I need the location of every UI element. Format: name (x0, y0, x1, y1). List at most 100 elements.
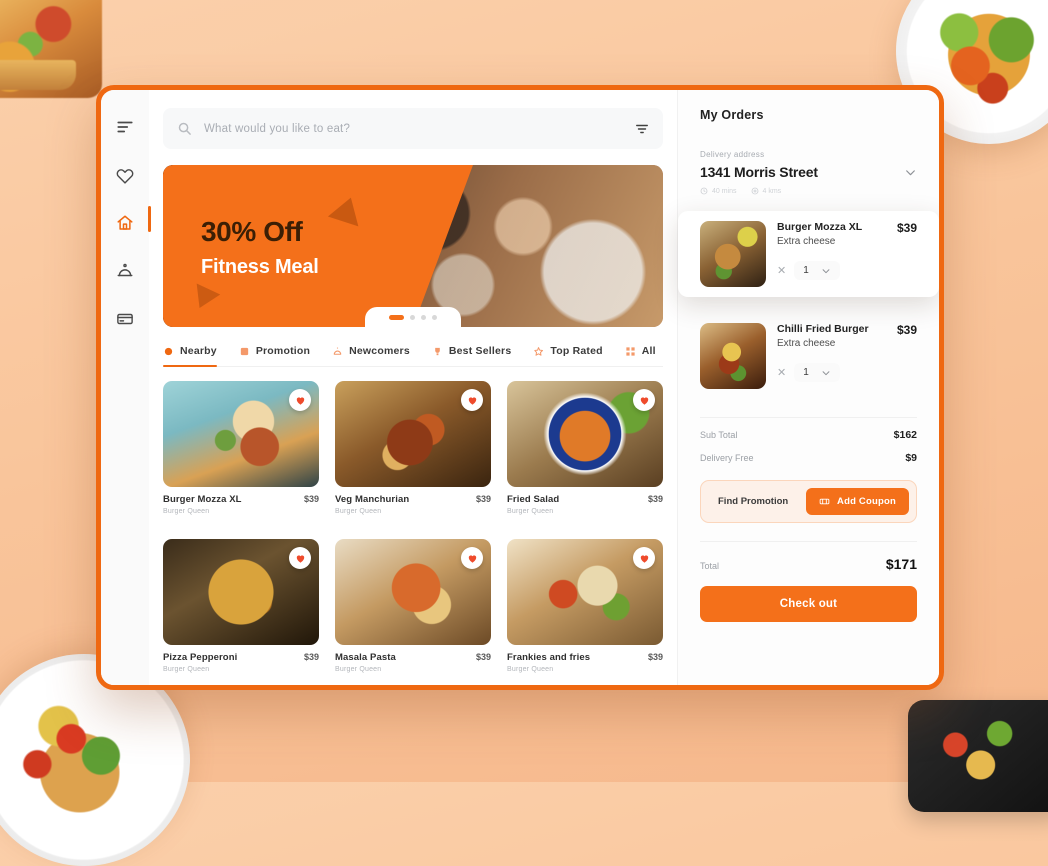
food-meta: Pizza Pepperoni $39 (163, 652, 319, 663)
food-card[interactable]: Frankies and fries $39 Burger Queen (507, 539, 663, 683)
tab-promotion[interactable]: Promotion (239, 345, 310, 366)
remove-item-icon[interactable]: ✕ (777, 366, 786, 379)
summary-divider (700, 417, 917, 418)
favorite-heart-icon[interactable] (633, 547, 655, 569)
find-promotion-label[interactable]: Find Promotion (708, 496, 788, 507)
sidebar-active-indicator (148, 206, 151, 232)
add-coupon-label: Add Coupon (837, 496, 896, 507)
remove-item-icon[interactable]: ✕ (777, 264, 786, 277)
food-photo (335, 381, 491, 487)
food-card[interactable]: Fried Salad $39 Burger Queen (507, 381, 663, 525)
food-price: $39 (475, 494, 491, 504)
sidebar-item-payment[interactable] (114, 308, 136, 330)
food-photo (507, 381, 663, 487)
filter-icon[interactable] (635, 122, 649, 136)
decorative-burger-image (0, 0, 102, 98)
tab-all[interactable]: All (625, 345, 656, 366)
order-item-name: Chilli Fried Burger (777, 323, 869, 335)
sidebar-rail (101, 90, 151, 685)
tab-label: Top Rated (550, 345, 603, 357)
delivery-distance-chip: 4 kms (751, 187, 781, 195)
summary-label: Sub Total (700, 430, 738, 440)
star-icon (533, 346, 544, 357)
checkout-button[interactable]: Check out (700, 586, 917, 622)
carousel-dot-1[interactable] (389, 314, 404, 320)
order-item-thumbnail (700, 221, 766, 287)
food-meta: Burger Mozza XL $39 (163, 494, 319, 505)
tab-nearby[interactable]: Nearby (163, 345, 217, 367)
promo-banner[interactable]: 30% Off Fitness Meal (163, 165, 663, 327)
food-meta: Frankies and fries $39 (507, 652, 663, 663)
tab-label: Nearby (180, 345, 217, 357)
food-photo (163, 381, 319, 487)
banner-headline: 30% Off (201, 216, 303, 247)
carousel-dot-4[interactable] (432, 314, 437, 320)
food-card[interactable]: Veg Manchurian $39 Burger Queen (335, 381, 491, 525)
banner-subhead: Fitness Meal (201, 255, 319, 278)
order-item-option: Extra cheese (777, 236, 836, 247)
food-restaurant: Burger Queen (335, 508, 382, 515)
search-input[interactable] (204, 122, 623, 135)
tab-newcomers[interactable]: Newcomers (332, 345, 410, 366)
panel-title: My Orders (700, 108, 764, 122)
favorite-heart-icon[interactable] (289, 547, 311, 569)
food-price: $39 (647, 652, 663, 662)
delivery-time-chip: 40 mins (700, 187, 737, 195)
tab-label: Promotion (255, 345, 311, 357)
bell-icon (332, 346, 343, 357)
delivery-address-label: Delivery address (700, 150, 765, 159)
favorite-heart-icon[interactable] (461, 389, 483, 411)
sidebar-item-orders[interactable] (114, 260, 136, 282)
food-restaurant: Burger Queen (507, 508, 554, 515)
food-price: $39 (647, 494, 663, 504)
food-card[interactable]: Burger Mozza XL $39 Burger Queen (163, 381, 319, 525)
food-photo (507, 539, 663, 645)
order-item[interactable]: Chilli Fried Burger Extra cheese $39 ✕ 1 (700, 313, 917, 399)
quantity-select[interactable]: 1 (794, 363, 840, 382)
tab-best-sellers[interactable]: Best Sellers (432, 345, 512, 366)
food-restaurant: Burger Queen (507, 666, 554, 673)
food-photo (163, 539, 319, 645)
total-value: $171 (885, 556, 917, 572)
location-pin-icon (163, 346, 174, 357)
carousel-dot-3[interactable] (421, 314, 426, 320)
food-grid: Burger Mozza XL $39 Burger Queen Veg Man… (163, 381, 663, 685)
total-row: Total $171 (700, 556, 917, 572)
category-tabs: Nearby Promotion Newcomers Best Sellers … (163, 345, 663, 367)
chevron-down-icon[interactable] (904, 166, 917, 179)
tab-label: Newcomers (349, 345, 410, 357)
quantity-select[interactable]: 1 (794, 261, 840, 280)
favorite-heart-icon[interactable] (289, 389, 311, 411)
sidebar-item-home[interactable] (114, 212, 136, 234)
order-item-thumbnail (700, 323, 766, 389)
banner-carousel-dots (365, 307, 461, 327)
order-item-option: Extra cheese (777, 338, 836, 349)
tab-label: Best Sellers (448, 345, 512, 357)
summary-value: $9 (905, 452, 917, 464)
food-restaurant: Burger Queen (335, 666, 382, 673)
order-item-name: Burger Mozza XL (777, 221, 863, 233)
banner-text: 30% Off Fitness Meal (201, 216, 319, 279)
favorite-heart-icon[interactable] (461, 547, 483, 569)
delivery-address-row[interactable]: 1341 Morris Street (700, 164, 917, 180)
food-card[interactable]: Masala Pasta $39 Burger Queen (335, 539, 491, 683)
sidebar-item-favorites[interactable] (114, 164, 136, 186)
food-restaurant: Burger Queen (163, 508, 210, 515)
order-item-head: Burger Mozza XL Extra cheese $39 (777, 221, 917, 247)
favorite-heart-icon[interactable] (633, 389, 655, 411)
add-coupon-button[interactable]: Add Coupon (806, 488, 909, 515)
food-card[interactable]: Pizza Pepperoni $39 Burger Queen (163, 539, 319, 683)
tab-top-rated[interactable]: Top Rated (533, 345, 603, 366)
food-photo (335, 539, 491, 645)
sidebar-item-menu[interactable] (114, 116, 136, 138)
food-name: Fried Salad (507, 494, 560, 505)
search-bar[interactable] (163, 108, 663, 149)
carousel-dot-2[interactable] (410, 314, 415, 320)
total-label: Total (700, 561, 720, 571)
decorative-food-tray-image (908, 700, 1048, 812)
tag-icon (239, 346, 250, 357)
food-price: $39 (303, 494, 319, 504)
ticket-icon (819, 496, 830, 507)
order-item[interactable]: Burger Mozza XL Extra cheese $39 ✕ 1 (678, 211, 939, 297)
food-restaurant: Burger Queen (163, 666, 210, 673)
